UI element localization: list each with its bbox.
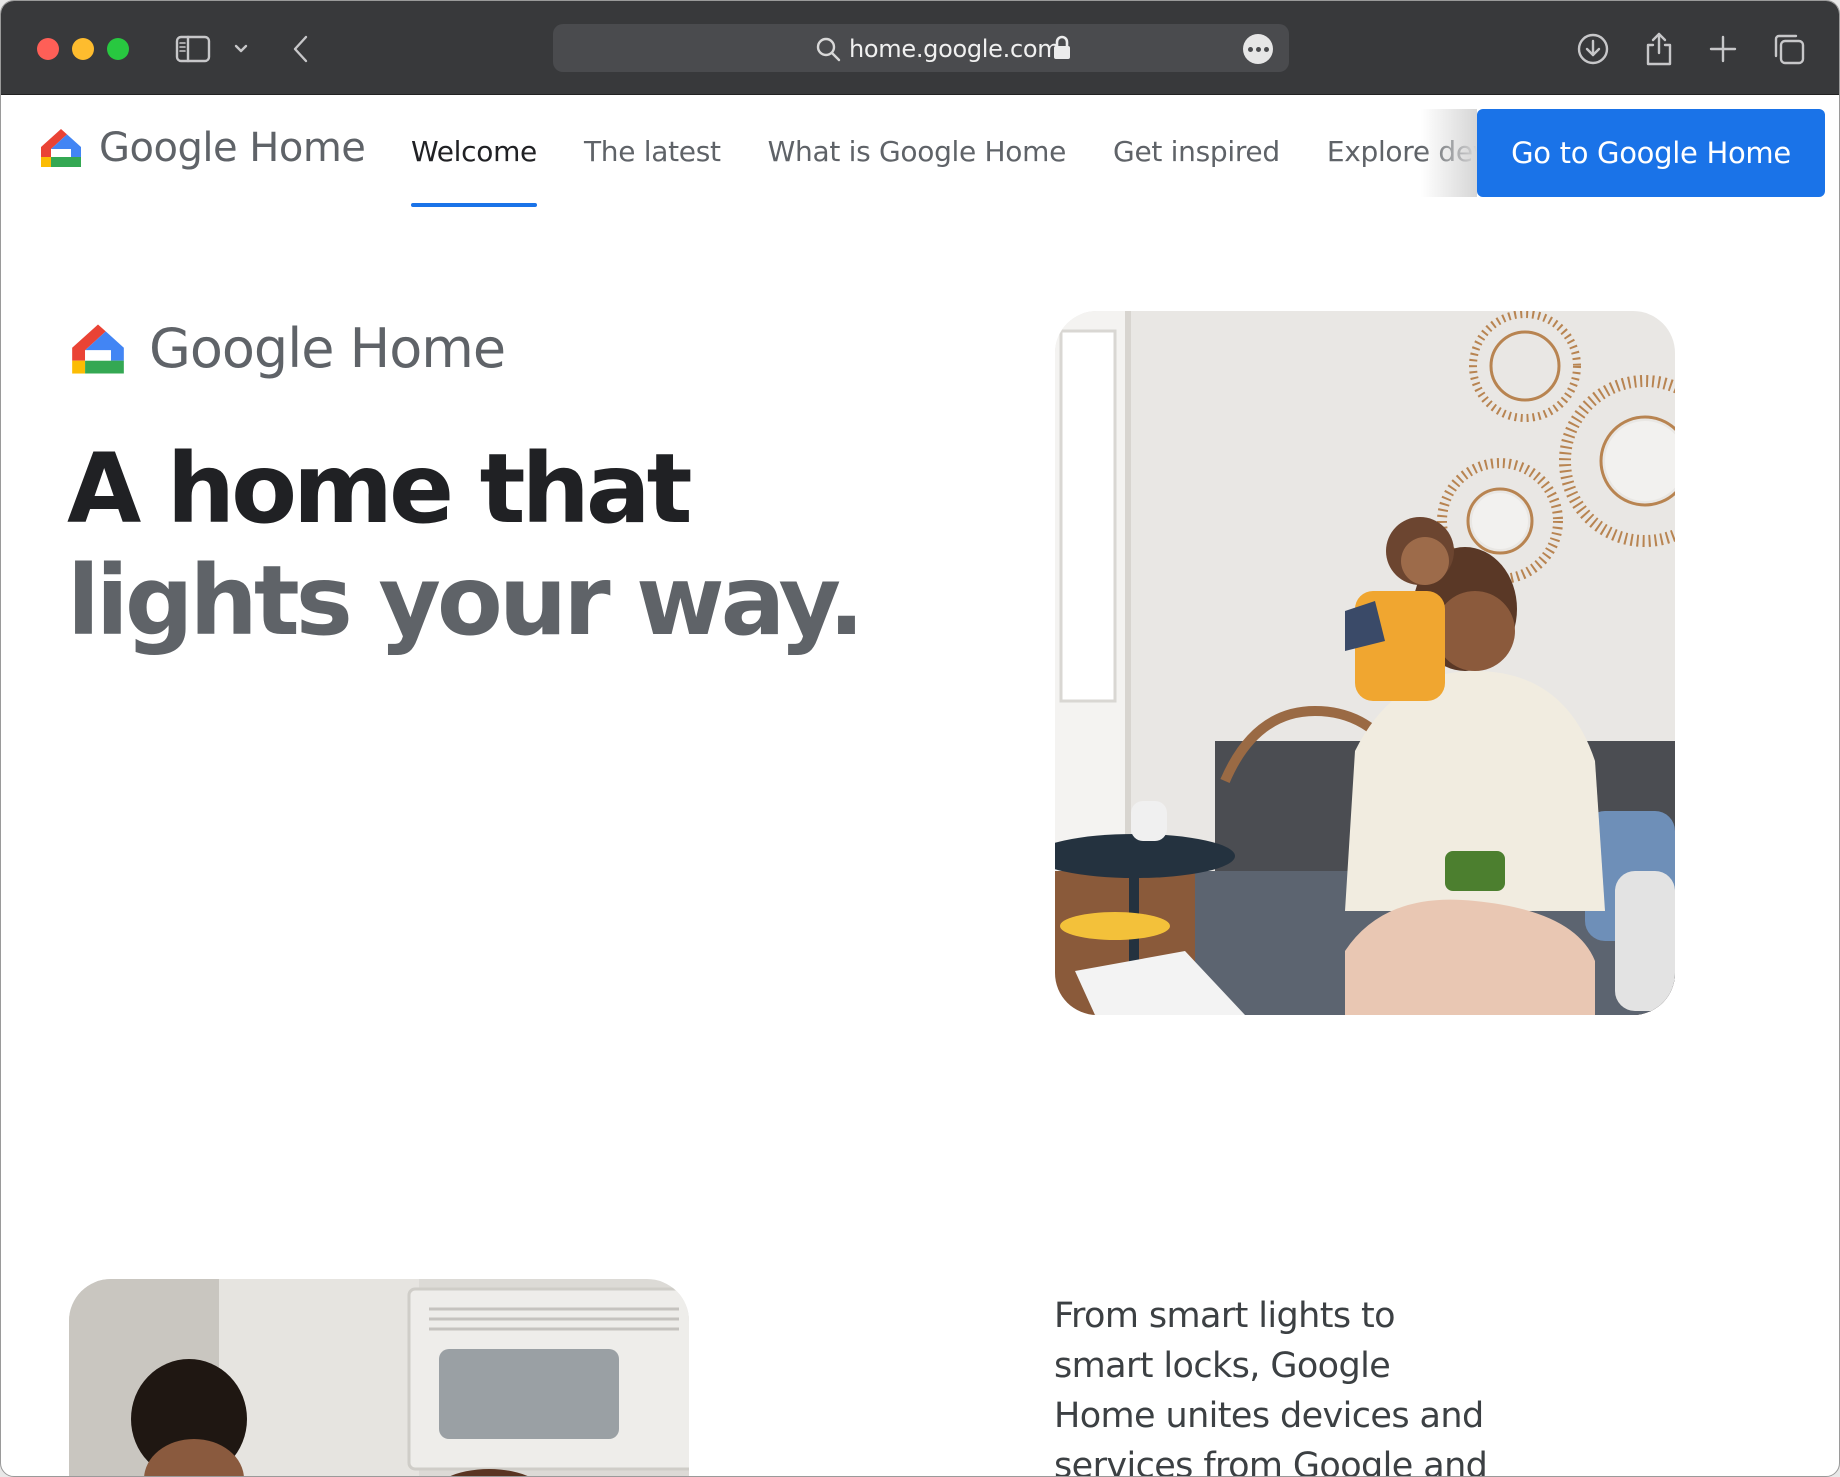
chevron-down-icon[interactable]	[221, 29, 261, 69]
brand-google-text: Google	[99, 125, 238, 171]
minimize-window-button[interactable]	[72, 38, 94, 60]
search-icon	[815, 36, 841, 67]
nav-scroll-fade	[1421, 109, 1477, 197]
google-home-house-icon	[72, 323, 124, 374]
browser-window: home.google.com Google Home Welcome The …	[0, 0, 1840, 1477]
tab-what-is-google-home[interactable]: What is Google Home	[768, 95, 1067, 207]
site-navigation: Google Home Welcome The latest What is G…	[1, 95, 1839, 207]
hero-brand-wordmark: Google Home	[149, 317, 506, 380]
tab-welcome[interactable]: Welcome	[411, 95, 537, 207]
headline-line-2: lights your way.	[67, 545, 865, 657]
kitchen-photo	[69, 1279, 689, 1476]
url-text[interactable]: home.google.com	[849, 35, 1061, 63]
google-home-house-icon	[41, 129, 81, 167]
brand-home-text: Home	[249, 125, 366, 171]
tab-overview-icon[interactable]	[1769, 29, 1809, 69]
address-bar[interactable]: home.google.com	[553, 24, 1289, 72]
lock-icon	[1052, 35, 1072, 66]
page-menu-button[interactable]	[1243, 34, 1273, 64]
download-icon[interactable]	[1573, 29, 1613, 69]
hero-family-photo	[1055, 311, 1675, 1015]
headline-line-1: A home that	[67, 433, 692, 545]
close-window-button[interactable]	[37, 38, 59, 60]
tab-get-inspired[interactable]: Get inspired	[1113, 95, 1280, 207]
brand-google-text: Google	[149, 317, 334, 380]
hero-headline: A home that lights your way.	[67, 433, 887, 657]
google-home-logo-link[interactable]: Google Home	[37, 125, 366, 171]
intro-paragraph: From smart lights to smart locks, Google…	[1054, 1296, 1488, 1477]
back-arrow-icon[interactable]	[281, 29, 321, 69]
nav-tabs: Welcome The latest What is Google Home G…	[411, 95, 1544, 207]
hero-logo: Google Home	[67, 317, 506, 380]
share-icon[interactable]	[1639, 29, 1679, 69]
tab-the-latest[interactable]: The latest	[584, 95, 721, 207]
nav-brand-wordmark: Google Home	[99, 125, 366, 171]
zoom-window-button[interactable]	[107, 38, 129, 60]
sidebar-toggle-icon[interactable]	[173, 29, 213, 69]
go-to-google-home-button[interactable]: Go to Google Home	[1477, 109, 1825, 197]
brand-home-text: Home	[349, 317, 506, 380]
new-tab-plus-icon[interactable]	[1703, 29, 1743, 69]
browser-toolbar: home.google.com	[1, 1, 1839, 95]
